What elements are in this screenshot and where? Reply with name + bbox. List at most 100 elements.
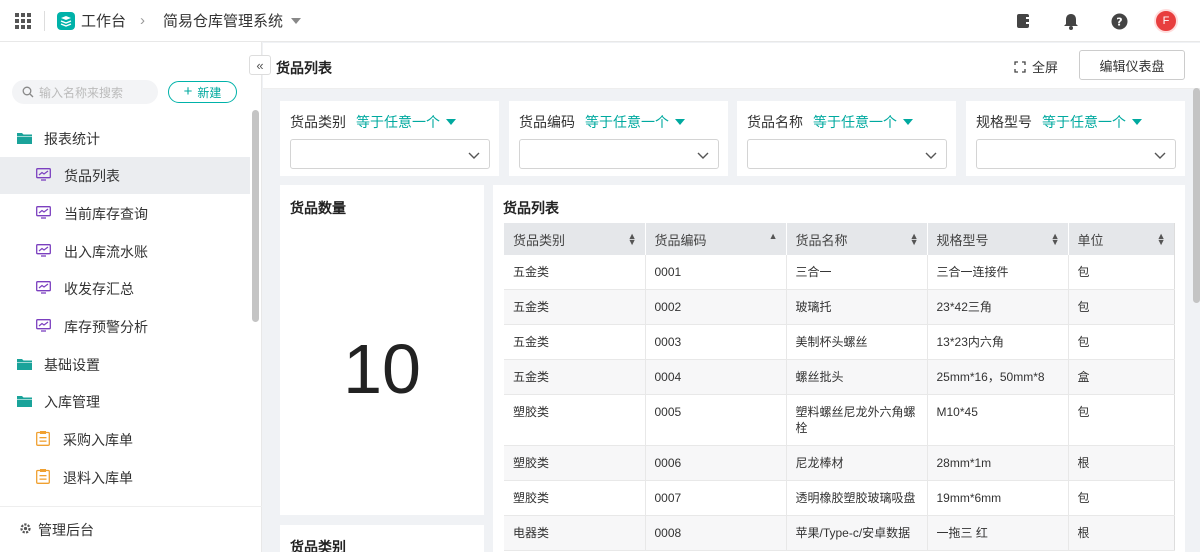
- sidebar-item-stock-warning[interactable]: 库存预警分析: [0, 308, 250, 345]
- apps-grid-icon[interactable]: [15, 12, 31, 29]
- caret-down-icon: [1132, 119, 1142, 125]
- table-cell: 一拖三 红: [927, 515, 1069, 551]
- sidebar-item-current-stock[interactable]: 当前库存查询: [0, 195, 250, 232]
- workbench-logo-icon[interactable]: [57, 11, 75, 30]
- main-scrollbar[interactable]: [1193, 88, 1200, 303]
- edit-dashboard-button[interactable]: 编辑仪表盘: [1079, 50, 1185, 80]
- fullscreen-button[interactable]: 全屏: [1014, 57, 1058, 76]
- sidebar-scrollbar[interactable]: [252, 110, 259, 322]
- sidebar-item-return-inbound[interactable]: 退料入库单: [0, 459, 250, 496]
- sidebar-item-label: 采购入库单: [63, 431, 133, 448]
- table-cell: 0001: [645, 255, 787, 290]
- filter-label: 规格型号: [976, 114, 1032, 130]
- folder-icon: [17, 131, 32, 147]
- search-input[interactable]: 输入名称来搜索: [12, 80, 158, 104]
- column-header[interactable]: 货品名称 ▲ ▼: [786, 223, 928, 255]
- sort-icon[interactable]: ▲ ▼: [1157, 232, 1166, 247]
- table-cell: 包: [1068, 480, 1175, 516]
- filter-select[interactable]: [290, 139, 490, 169]
- sidebar-item-ledger[interactable]: 出入库流水账: [0, 233, 250, 270]
- table-cell: 包: [1068, 324, 1175, 360]
- table-row[interactable]: 塑胶类 0007 透明橡胶塑胶玻璃吸盘 19mm*6mm 包: [504, 480, 1175, 516]
- sidebar-item-label: 库存预警分析: [64, 318, 148, 335]
- column-header[interactable]: 规格型号 ▲ ▼: [927, 223, 1069, 255]
- filter-select[interactable]: [976, 139, 1176, 169]
- column-header-label: 单位: [1077, 232, 1104, 248]
- filter-operator-dropdown[interactable]: 等于任意一个: [356, 112, 456, 132]
- table-cell: 塑料螺丝尼龙外六角螺栓: [786, 394, 928, 446]
- chevron-down-icon: [697, 148, 709, 163]
- filter-operator-label: 等于任意一个: [1042, 114, 1126, 130]
- sidebar-item-summary[interactable]: 收发存汇总: [0, 270, 250, 307]
- column-header-label: 货品编码: [654, 232, 707, 248]
- table-row[interactable]: 电器类 0008 苹果/Type-c/安卓数据 一拖三 红 根: [504, 515, 1175, 551]
- table-cell: 包: [1068, 394, 1175, 446]
- report-icon: [36, 280, 51, 297]
- plus-icon: +: [183, 83, 193, 100]
- sidebar-item-label: 报表统计: [44, 130, 100, 147]
- sort-icon[interactable]: ▲ ▼: [910, 232, 919, 247]
- filter-operator-dropdown[interactable]: 等于任意一个: [813, 112, 913, 132]
- table-cell: 包: [1068, 289, 1175, 325]
- breadcrumb-chevron-icon: ›: [140, 12, 146, 29]
- column-header[interactable]: 单位 ▲ ▼: [1068, 223, 1175, 255]
- chevron-down-icon: [925, 148, 937, 163]
- card-title: 货品数量: [290, 200, 346, 216]
- table-cell: 23*42三角: [927, 289, 1069, 325]
- sort-asc-icon[interactable]: ▲: [769, 232, 778, 241]
- filter-operator-dropdown[interactable]: 等于任意一个: [585, 112, 685, 132]
- sidebar-item-label: 入库管理: [44, 393, 100, 410]
- new-button[interactable]: + 新建: [168, 81, 237, 103]
- goods-count-value: 10: [343, 330, 421, 408]
- table-cell: 苹果/Type-c/安卓数据: [786, 515, 928, 551]
- bell-icon[interactable]: [1062, 12, 1080, 30]
- table-row[interactable]: 五金类 0003 美制杯头螺丝 13*23内六角 包: [504, 324, 1175, 360]
- table-cell: 0006: [645, 445, 787, 481]
- filter-card-spec: 规格型号 等于任意一个: [966, 101, 1185, 176]
- filter-label: 货品编码: [519, 114, 575, 130]
- table-cell: 五金类: [504, 324, 646, 360]
- filter-operator-label: 等于任意一个: [813, 114, 897, 130]
- table-row[interactable]: 五金类 0004 螺丝批头 25mm*16，50mm*8 盒: [504, 359, 1175, 395]
- table-cell: 电器类: [504, 515, 646, 551]
- sidebar-item-purchase-inbound[interactable]: 采购入库单: [0, 421, 250, 458]
- sidebar-item-goods-list[interactable]: 货品列表: [0, 157, 250, 194]
- goods-type-card: 货品类别: [280, 525, 484, 552]
- column-header-label: 货品名称: [795, 232, 848, 248]
- sidebar-group-reports[interactable]: 报表统计: [0, 120, 250, 157]
- document-icon: [36, 468, 50, 487]
- table-row[interactable]: 塑胶类 0005 塑料螺丝尼龙外六角螺栓 M10*45 包: [504, 394, 1175, 446]
- sidebar-group-basic-settings[interactable]: 基础设置: [0, 346, 250, 383]
- filter-select[interactable]: [519, 139, 719, 169]
- sort-icon[interactable]: ▲ ▼: [628, 232, 637, 247]
- user-avatar[interactable]: F: [1154, 9, 1178, 33]
- sidebar-item-label: 基础设置: [44, 356, 100, 373]
- admin-backend-link[interactable]: 管理后台: [0, 506, 262, 552]
- system-dropdown-icon[interactable]: [291, 17, 302, 24]
- table-row[interactable]: 塑胶类 0006 尼龙棒材 28mm*1m 根: [504, 445, 1175, 481]
- column-header[interactable]: 货品编码 ▲: [645, 223, 787, 255]
- svg-text:?: ?: [1116, 15, 1122, 28]
- table-cell: 0007: [645, 480, 787, 516]
- table-cell: 螺丝批头: [786, 359, 928, 395]
- collapse-sidebar-button[interactable]: «: [249, 55, 271, 75]
- filter-select[interactable]: [747, 139, 947, 169]
- new-button-label: 新建: [197, 85, 222, 100]
- filter-operator-dropdown[interactable]: 等于任意一个: [1042, 112, 1142, 132]
- table-cell: 盒: [1068, 359, 1175, 395]
- notebook-icon[interactable]: [1014, 12, 1032, 30]
- help-icon[interactable]: ?: [1110, 12, 1128, 30]
- card-title: 货品列表: [503, 200, 559, 216]
- table-cell: 0003: [645, 324, 787, 360]
- table-row[interactable]: 五金类 0001 三合一 三合一连接件 包: [504, 255, 1175, 290]
- table-cell: 根: [1068, 445, 1175, 481]
- search-placeholder: 输入名称来搜索: [39, 85, 124, 100]
- column-header[interactable]: 货品类别 ▲ ▼: [504, 223, 646, 255]
- sidebar-group-inbound[interactable]: 入库管理: [0, 383, 250, 420]
- document-icon: [36, 430, 50, 449]
- sort-icon[interactable]: ▲ ▼: [1051, 232, 1060, 247]
- table-row[interactable]: 五金类 0002 玻璃托 23*42三角 包: [504, 289, 1175, 325]
- system-name[interactable]: 简易仓库管理系统: [163, 10, 283, 31]
- table-cell: 五金类: [504, 289, 646, 325]
- app-name-link[interactable]: 工作台: [81, 10, 126, 31]
